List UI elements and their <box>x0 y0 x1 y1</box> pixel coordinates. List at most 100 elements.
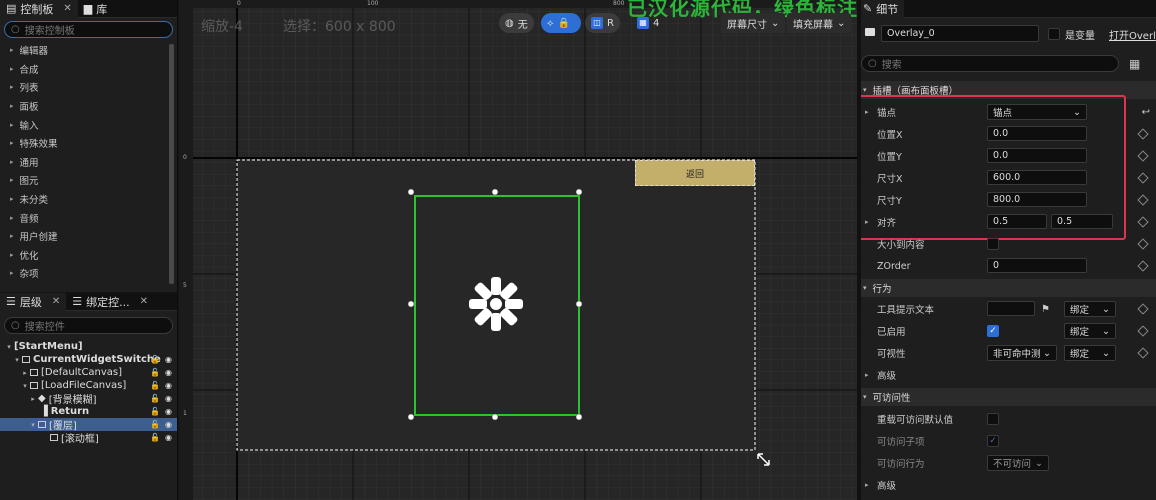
keyframe-diamond-icon[interactable] <box>1137 150 1149 162</box>
keyframe-diamond-icon[interactable] <box>1137 347 1149 359</box>
palette-category[interactable]: ▸ 输入 <box>0 115 177 134</box>
eye-icon[interactable]: ◉ <box>165 381 172 390</box>
keyframe-diamond-icon[interactable] <box>1137 172 1149 184</box>
tree-row-bg-blur[interactable]: ▸ ◆ [背景模糊] 🔓 ◉ <box>0 392 177 406</box>
panel-splitter[interactable] <box>857 0 861 500</box>
expand-arrow-icon[interactable]: ▾ <box>4 343 14 351</box>
eye-icon[interactable]: ◉ <box>165 355 172 364</box>
tab-hierarchy[interactable]: ☰ 层级 ✕ <box>0 292 67 311</box>
palette-category[interactable]: ▸ 用户创建 <box>0 227 177 246</box>
advanced-label: 高级 <box>877 371 897 382</box>
tree-row-return[interactable]: ▐ Return 🔓 ◉ <box>0 405 177 418</box>
palette-category[interactable]: ▸ 面板 <box>0 97 177 116</box>
palette-category[interactable]: ▸ 杂项 <box>0 264 177 283</box>
palette-category-label: 面板 <box>19 102 39 114</box>
close-icon[interactable]: ✕ <box>63 3 71 14</box>
palette-category[interactable]: ▸ 特殊效果 <box>0 134 177 153</box>
palette-category[interactable]: ▸ 通用 <box>0 153 177 172</box>
snap-lock-button[interactable]: ⟡ 🔒 <box>541 13 581 33</box>
open-link[interactable]: 打开Overl <box>1109 27 1156 42</box>
lock-icon[interactable]: 🔓 <box>150 394 160 403</box>
lock-icon[interactable]: 🔓 <box>150 355 160 364</box>
tab-bind-widgets[interactable]: ☰ 绑定控... ✕ <box>66 293 154 311</box>
palette-scrollbar[interactable] <box>169 44 174 284</box>
lock-icon[interactable]: 🔓 <box>150 381 160 390</box>
tree-row-switcher[interactable]: ▾ CurrentWidgetSwitche 🔓 ◉ <box>0 353 177 366</box>
advanced2-row[interactable]: ▸ 高级 <box>857 474 1156 496</box>
palette-category[interactable]: ▸ 优化 <box>0 246 177 265</box>
close-icon[interactable]: ✕ <box>140 296 148 307</box>
access-children-checkbox[interactable]: ✓ <box>987 435 999 447</box>
tree-row-startmenu[interactable]: ▾ [StartMenu] <box>0 340 177 353</box>
eye-icon[interactable]: ◉ <box>165 420 172 429</box>
ruler-label: 800 <box>613 0 625 7</box>
expand-arrow-icon[interactable]: ▸ <box>865 371 869 379</box>
expand-arrow-icon: ▸ <box>10 157 14 166</box>
visibility-dropdown[interactable]: 非可命中测 ⌄ <box>987 345 1057 361</box>
lock-icon[interactable]: 🔓 <box>150 407 160 416</box>
eye-icon[interactable]: ◉ <box>165 433 172 442</box>
eye-icon[interactable]: ◉ <box>165 394 172 403</box>
eye-icon[interactable]: ◉ <box>165 368 172 377</box>
close-icon[interactable]: ✕ <box>52 296 60 307</box>
palette-category[interactable]: ▸ 未分类 <box>0 190 177 209</box>
size-to-content-checkbox[interactable] <box>987 238 999 250</box>
widget-name-input[interactable]: Overlay_0 <box>881 25 1039 42</box>
selection-size-label: 选择：600 x 800 <box>283 19 396 35</box>
tree-row-default-canvas[interactable]: ▸ [DefaultCanvas] 🔓 ◉ <box>0 366 177 379</box>
palette-category-list: ▸ 编辑器 ▸ 合成 ▸ 列表 ▸ 面板 ▸ 输入 ▸ 特殊效果 ▸ 通用 ▸ 图元 ▸ 未分类 ▸ 音频 ▸ 用户创建 ▸… <box>0 41 177 283</box>
access-behavior-dropdown[interactable]: 不可访问 ⌄ <box>987 455 1049 471</box>
enabled-bind-dropdown[interactable]: 绑定 ⌄ <box>1064 323 1116 339</box>
keyframe-diamond-icon[interactable] <box>1137 238 1149 250</box>
lock-icon[interactable]: 🔓 <box>150 420 160 429</box>
tooltip-bind-dropdown[interactable]: 绑定 ⌄ <box>1064 301 1116 317</box>
override-access-checkbox[interactable] <box>987 413 999 425</box>
accessibility-section-header[interactable]: ▾ 可访问性 <box>857 388 1156 406</box>
zorder-input[interactable]: 0 <box>987 258 1087 273</box>
keyframe-diamond-icon[interactable] <box>1137 260 1149 272</box>
tooltip-input[interactable] <box>987 301 1035 316</box>
expand-arrow-icon[interactable]: ▾ <box>28 421 38 429</box>
enabled-checkbox[interactable]: ✓ <box>987 325 999 337</box>
advanced-row[interactable]: ▸ 高级 <box>857 364 1156 386</box>
keyframe-diamond-icon[interactable] <box>1137 194 1149 206</box>
rotate-snap-button[interactable]: ◫ R <box>585 13 620 33</box>
expand-arrow-icon[interactable]: ▸ <box>20 369 30 377</box>
screen-size-dropdown[interactable]: 屏幕尺寸 ⌄ <box>721 13 786 33</box>
grid-view-icon[interactable]: ▦ <box>1129 57 1140 71</box>
details-search-input[interactable]: ○ 搜索 <box>861 55 1119 72</box>
lock-icon[interactable]: 🔓 <box>150 368 160 377</box>
tree-row-scrollbox[interactable]: [滚动框] 🔓 ◉ <box>0 431 177 445</box>
tab-library[interactable]: ▆ 库 <box>78 0 113 18</box>
keyframe-diamond-icon[interactable] <box>1137 325 1149 337</box>
palette-category[interactable]: ▸ 图元 <box>0 171 177 190</box>
expand-arrow-icon[interactable]: ▸ <box>28 395 38 403</box>
fill-screen-dropdown[interactable]: 填充屏幕 ⌄ <box>787 13 852 33</box>
grid-snap-button[interactable]: ▦ 4 <box>631 13 665 33</box>
palette-category[interactable]: ▸ 合成 <box>0 60 177 79</box>
bind-label: 绑定 <box>1070 349 1090 360</box>
visibility-bind-dropdown[interactable]: 绑定 ⌄ <box>1064 345 1116 361</box>
palette-search-input[interactable]: ○ 搜索控制板 <box>4 21 173 38</box>
keyframe-diamond-icon[interactable] <box>1137 128 1149 140</box>
tab-details[interactable]: ✎ 细节 <box>857 0 905 18</box>
eye-icon[interactable]: ◉ <box>165 407 172 416</box>
designer-viewport[interactable]: 0 100 800 0 5 1 缩放-4 选择：600 x 800 已汉化源代码… <box>179 0 857 500</box>
expand-arrow-icon[interactable]: ▾ <box>12 356 22 364</box>
hierarchy-search-input[interactable]: ○ 搜索控件 <box>4 317 173 334</box>
expand-arrow-icon[interactable]: ▾ <box>20 382 30 390</box>
tab-palette[interactable]: ▤ 控制板 ✕ <box>0 0 78 18</box>
expand-arrow-icon[interactable]: ▸ <box>865 481 869 489</box>
world-toggle-button[interactable]: ◍ 无 <box>499 13 534 33</box>
palette-category[interactable]: ▸ 编辑器 <box>0 41 177 60</box>
palette-category[interactable]: ▸ 列表 <box>0 78 177 97</box>
lock-icon[interactable]: 🔓 <box>150 433 160 442</box>
is-variable-checkbox[interactable] <box>1048 28 1060 40</box>
reset-icon[interactable]: ↩ <box>1142 107 1150 118</box>
flag-icon[interactable]: ⚑ <box>1041 304 1050 315</box>
keyframe-diamond-icon[interactable] <box>1137 216 1149 228</box>
palette-category[interactable]: ▸ 音频 <box>0 208 177 227</box>
behavior-section-header[interactable]: ▾ 行为 <box>857 279 1156 297</box>
return-button-preview[interactable]: 返回 <box>635 160 755 186</box>
keyframe-diamond-icon[interactable] <box>1137 303 1149 315</box>
